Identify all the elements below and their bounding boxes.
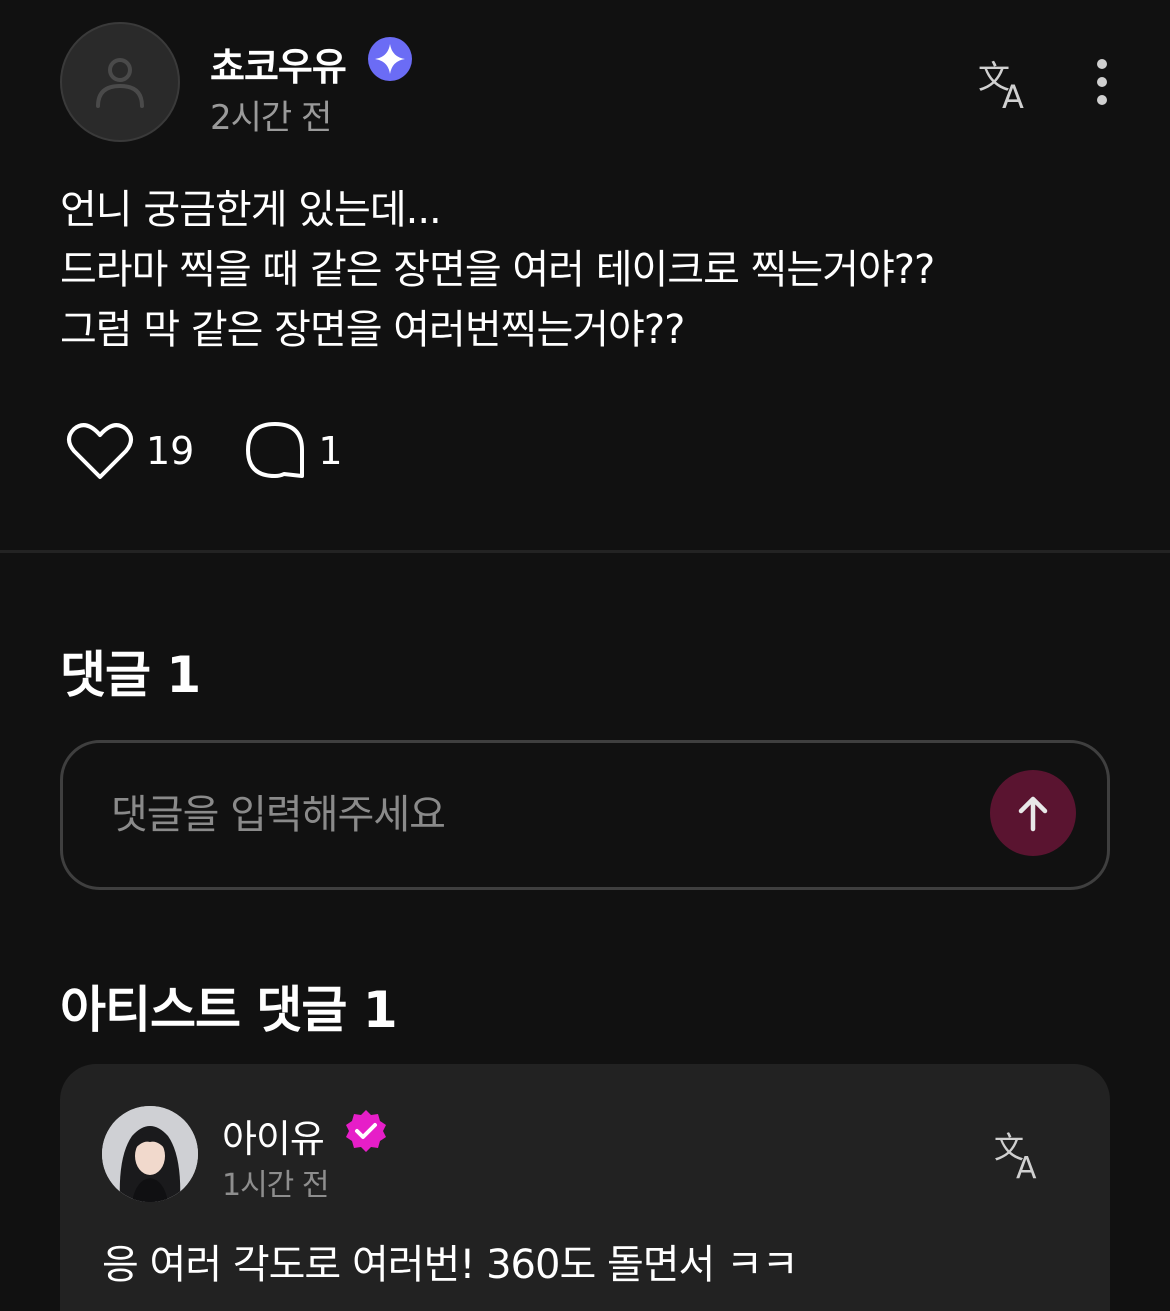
comment-input-box (60, 740, 1110, 890)
reactions-bar: 19 1 (66, 418, 343, 484)
like-button[interactable]: 19 (66, 421, 194, 481)
translate-icon[interactable]: 文 A (992, 1126, 1048, 1182)
post-body-line: 언니 궁금한게 있는데... (60, 187, 442, 233)
speech-bubble-icon (246, 422, 305, 478)
artist-comment-card[interactable]: 아이유 1시간 전 文 A 응 여러 각도로 여러번! 360도 돌면서 ㅋㅋ (60, 1064, 1110, 1311)
comments-title: 댓글 1 (60, 646, 201, 704)
post-time: 2시간 전 (210, 98, 332, 138)
post-body-line: 드라마 찍을 때 같은 장면을 여러 테이크로 찍는거야?? (60, 247, 935, 293)
post-body: 언니 궁금한게 있는데... 드라마 찍을 때 같은 장면을 여러 테이크로 찍… (60, 180, 1120, 360)
post-body-line: 그럼 막 같은 장면을 여러번찍는거야?? (60, 307, 685, 353)
like-count: 19 (146, 429, 195, 473)
artist-comments-title: 아티스트 댓글 1 (60, 981, 398, 1039)
artist-name[interactable]: 아이유 (222, 1108, 325, 1163)
send-button[interactable] (990, 770, 1076, 856)
comment-input[interactable] (111, 783, 951, 847)
svg-text:A: A (1002, 78, 1024, 114)
artist-comment-text: 응 여러 각도로 여러번! 360도 돌면서 ㅋㅋ (102, 1242, 799, 1288)
person-outline-icon (96, 58, 144, 108)
verified-check-badge-icon (346, 1110, 386, 1152)
author-avatar[interactable] (60, 22, 180, 142)
artist-avatar[interactable] (102, 1106, 198, 1202)
post-header: 쵸코우유 2시간 전 文 A (60, 22, 1140, 146)
comment-count: 1 (318, 429, 343, 473)
arrow-up-icon (1018, 796, 1048, 832)
vertical-dots-icon[interactable] (1080, 54, 1124, 114)
heart-outline-icon (67, 423, 133, 479)
translate-icon[interactable]: 文 A (976, 54, 1036, 114)
sparkle-badge-icon (368, 37, 412, 81)
author-name[interactable]: 쵸코우유 (210, 36, 347, 91)
artist-photo (102, 1106, 198, 1202)
artist-comment-time: 1시간 전 (222, 1168, 329, 1203)
section-divider (0, 550, 1170, 553)
comment-button[interactable]: 1 (244, 420, 343, 482)
svg-text:A: A (1016, 1151, 1037, 1182)
